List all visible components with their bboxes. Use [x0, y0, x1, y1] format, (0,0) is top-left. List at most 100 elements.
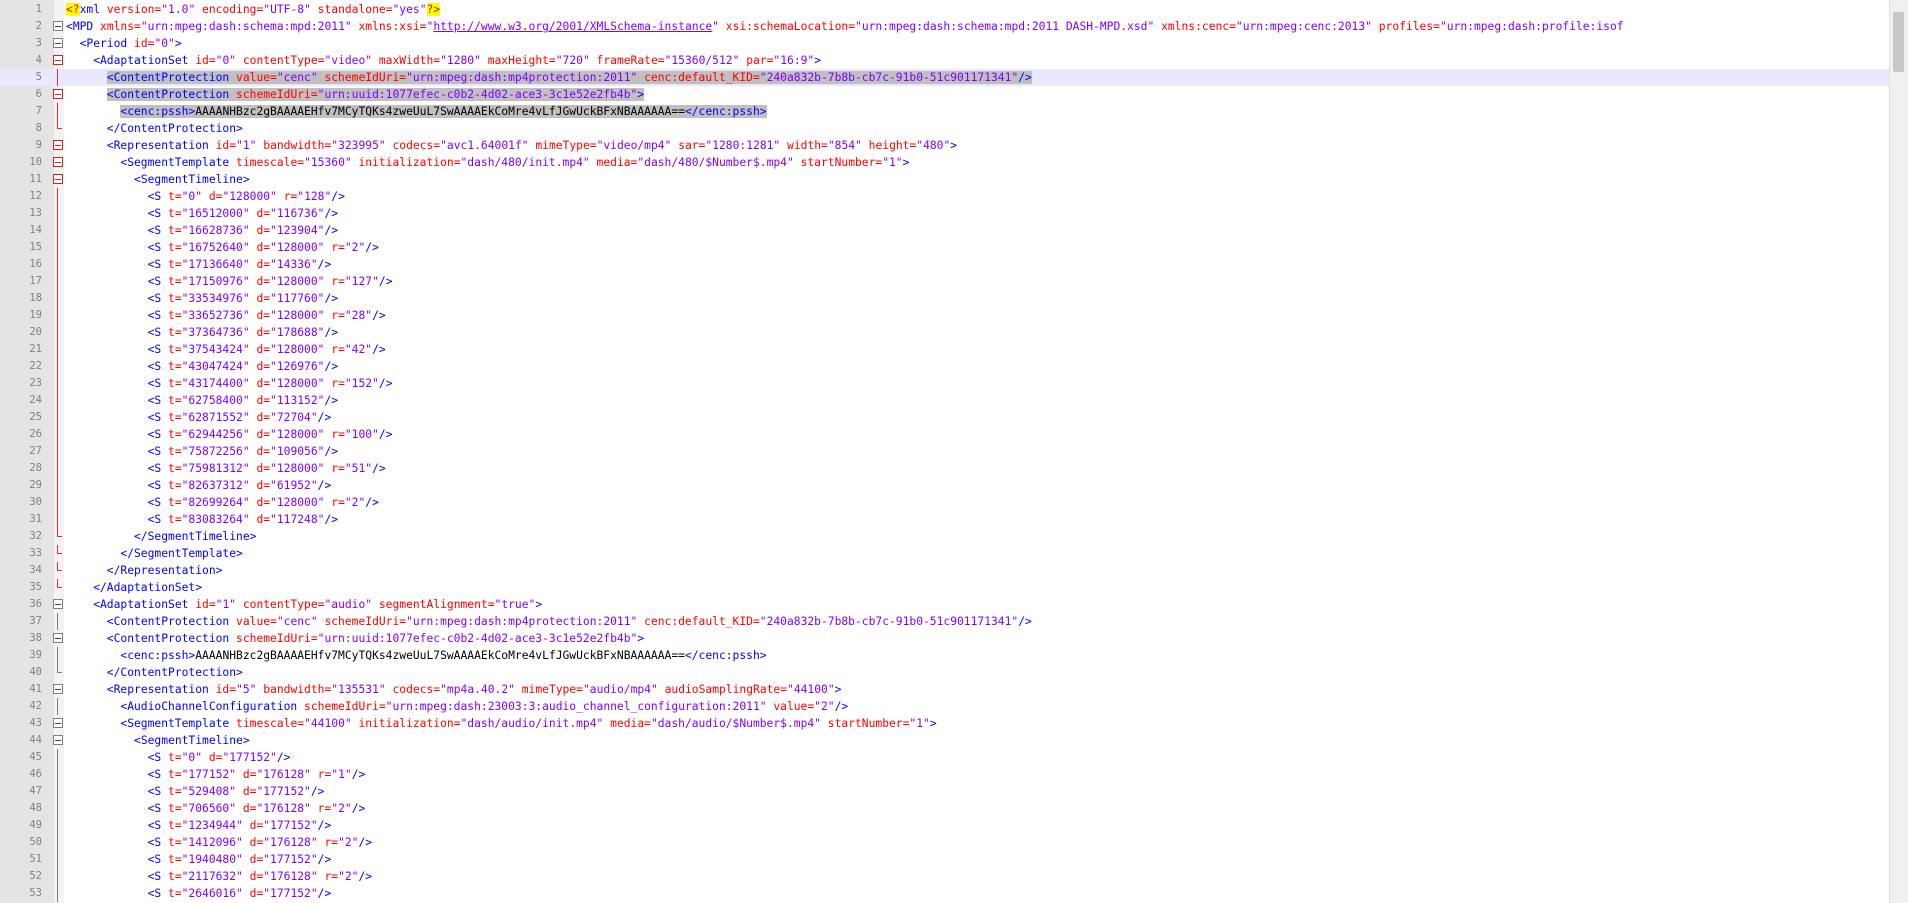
code-line[interactable]: 35 </AdaptationSet> [0, 579, 1890, 596]
code-text[interactable]: <ContentProtection value="cenc" schemeId… [66, 69, 1032, 86]
code-text[interactable]: <S t="17150976" d="128000" r="127"/> [66, 273, 393, 290]
code-line[interactable]: 47 <S t="529408" d="177152"/> [0, 783, 1890, 800]
code-line[interactable]: 11 <SegmentTimeline> [0, 171, 1890, 188]
fold-collapse-icon[interactable] [52, 18, 64, 35]
code-line[interactable]: 26 <S t="62944256" d="128000" r="100"/> [0, 426, 1890, 443]
code-line[interactable]: 36 <AdaptationSet id="1" contentType="aud… [0, 596, 1890, 613]
fold-collapse-icon[interactable] [52, 630, 64, 647]
code-line[interactable]: 14 <S t="16628736" d="123904"/> [0, 222, 1890, 239]
code-line[interactable]: 37 <ContentProtection value="cenc" scheme… [0, 613, 1890, 630]
code-text[interactable]: <S t="75981312" d="128000" r="51"/> [66, 460, 386, 477]
fold-collapse-icon[interactable] [52, 35, 64, 52]
fold-collapse-icon[interactable] [52, 154, 64, 171]
code-line[interactable]: 42 <AudioChannelConfiguration schemeIdUri… [0, 698, 1890, 715]
code-text[interactable]: <MPD xmlns="urn:mpeg:dash:schema:mpd:201… [66, 18, 1624, 35]
code-line[interactable]: 7 <cenc:pssh>AAAANHBzc2gBAAAAEHfv7MCyTQKs… [0, 103, 1890, 120]
code-text[interactable]: </SegmentTemplate> [66, 545, 242, 562]
code-line[interactable]: 16 <S t="17136640" d="14336"/> [0, 256, 1890, 273]
code-line[interactable]: 49 <S t="1234944" d="177152"/> [0, 817, 1890, 834]
vertical-scrollbar[interactable] [1889, 0, 1908, 903]
code-text[interactable]: <Representation id="1" bandwidth="323995… [66, 137, 957, 154]
code-text[interactable]: <S t="33534976" d="117760"/> [66, 290, 338, 307]
code-line[interactable]: 3 <Period id="0"> [0, 35, 1890, 52]
code-line[interactable]: 9 <Representation id="1" bandwidth="32399… [0, 137, 1890, 154]
code-line[interactable]: 38 <ContentProtection schemeIdUri="urn:uu… [0, 630, 1890, 647]
fold-collapse-icon[interactable] [52, 732, 64, 749]
code-line[interactable]: 5 <ContentProtection value="cenc" schemeI… [0, 69, 1890, 86]
code-line[interactable]: 44 <SegmentTimeline> [0, 732, 1890, 749]
fold-collapse-icon[interactable] [52, 52, 64, 69]
code-text[interactable]: <ContentProtection schemeIdUri="urn:uuid… [66, 630, 644, 647]
code-text[interactable]: <S t="75872256" d="109056"/> [66, 443, 338, 460]
code-text[interactable]: <S t="16752640" d="128000" r="2"/> [66, 239, 379, 256]
code-text[interactable]: <S t="1412096" d="176128" r="2"/> [66, 834, 373, 851]
code-text[interactable]: </ContentProtection> [66, 664, 243, 681]
fold-collapse-icon[interactable] [52, 86, 64, 103]
code-line[interactable]: 40 </ContentProtection> [0, 664, 1890, 681]
code-line[interactable]: 51 <S t="1940480" d="177152"/> [0, 851, 1890, 868]
code-line[interactable]: 46 <S t="177152" d="176128" r="1"/> [0, 766, 1890, 783]
code-text[interactable]: <S t="83083264" d="117248"/> [66, 511, 338, 528]
code-line[interactable]: 41 <Representation id="5" bandwidth="1355… [0, 681, 1890, 698]
fold-collapse-icon[interactable] [52, 715, 64, 732]
code-text[interactable]: <Representation id="5" bandwidth="135531… [66, 681, 842, 698]
code-line[interactable]: 13 <S t="16512000" d="116736"/> [0, 205, 1890, 222]
code-text[interactable]: <cenc:pssh>AAAANHBzc2gBAAAAEHfv7MCyTQKs4… [66, 103, 767, 120]
code-text[interactable]: <S t="2646016" d="177152"/> [66, 885, 332, 902]
code-line[interactable]: 10 <SegmentTemplate timescale="15360" ini… [0, 154, 1890, 171]
code-line[interactable]: 45 <S t="0" d="177152"/> [0, 749, 1890, 766]
fold-collapse-icon[interactable] [52, 137, 64, 154]
fold-collapse-icon[interactable] [52, 171, 64, 188]
code-text[interactable]: <S t="16628736" d="123904"/> [66, 222, 338, 239]
code-text[interactable]: </ContentProtection> [66, 120, 243, 137]
code-text[interactable]: <S t="16512000" d="116736"/> [66, 205, 338, 222]
code-text[interactable]: <S t="37364736" d="178688"/> [66, 324, 338, 341]
code-text[interactable]: <S t="62758400" d="113152"/> [66, 392, 338, 409]
code-line[interactable]: 23 <S t="43174400" d="128000" r="152"/> [0, 375, 1890, 392]
code-text[interactable]: <ContentProtection schemeIdUri="urn:uuid… [66, 86, 645, 103]
code-line[interactable]: 4 <AdaptationSet id="0" contentType="vide… [0, 52, 1890, 69]
code-text[interactable]: <cenc:pssh>AAAANHBzc2gBAAAAEHfv7MCyTQKs4… [66, 647, 766, 664]
code-line[interactable]: 17 <S t="17150976" d="128000" r="127"/> [0, 273, 1890, 290]
fold-collapse-icon[interactable] [52, 681, 64, 698]
code-text[interactable]: </Representation> [66, 562, 223, 579]
code-text[interactable]: <S t="529408" d="177152"/> [66, 783, 325, 800]
code-text[interactable]: <SegmentTimeline> [66, 171, 250, 188]
code-text[interactable]: <S t="0" d="177152"/> [66, 749, 291, 766]
code-line[interactable]: 21 <S t="37543424" d="128000" r="42"/> [0, 341, 1890, 358]
code-line[interactable]: 18 <S t="33534976" d="117760"/> [0, 290, 1890, 307]
code-line[interactable]: 1 <?xml version="1.0" encoding="UTF-8" st… [0, 1, 1890, 18]
code-text[interactable]: <S t="0" d="128000" r="128"/> [66, 188, 345, 205]
code-text[interactable]: <S t="706560" d="176128" r="2"/> [66, 800, 366, 817]
code-text[interactable]: <S t="1234944" d="177152"/> [66, 817, 332, 834]
code-text[interactable]: <AdaptationSet id="1" contentType="audio… [66, 596, 542, 613]
code-line[interactable]: 27 <S t="75872256" d="109056"/> [0, 443, 1890, 460]
code-line[interactable]: 39 <cenc:pssh>AAAANHBzc2gBAAAAEHfv7MCyTQK… [0, 647, 1890, 664]
code-line[interactable]: 30 <S t="82699264" d="128000" r="2"/> [0, 494, 1890, 511]
code-text[interactable]: <S t="62871552" d="72704"/> [66, 409, 332, 426]
code-line[interactable]: 53 <S t="2646016" d="177152"/> [0, 885, 1890, 902]
code-line[interactable]: 33 </SegmentTemplate> [0, 545, 1890, 562]
fold-collapse-icon[interactable] [52, 596, 64, 613]
code-lines[interactable]: 1 <?xml version="1.0" encoding="UTF-8" st… [0, 1, 1890, 902]
code-text[interactable]: </SegmentTimeline> [66, 528, 256, 545]
code-line[interactable]: 29 <S t="82637312" d="61952"/> [0, 477, 1890, 494]
code-text[interactable]: <SegmentTemplate timescale="15360" initi… [66, 154, 909, 171]
code-text[interactable]: <?xml version="1.0" encoding="UTF-8" sta… [66, 1, 441, 18]
xml-code-editor[interactable]: 1 <?xml version="1.0" encoding="UTF-8" st… [0, 0, 1908, 903]
code-text[interactable]: <S t="82699264" d="128000" r="2"/> [66, 494, 379, 511]
code-text[interactable]: <Period id="0"> [66, 35, 182, 52]
code-line[interactable]: 48 <S t="706560" d="176128" r="2"/> [0, 800, 1890, 817]
code-text[interactable]: <AdaptationSet id="0" contentType="video… [66, 52, 821, 69]
code-text[interactable]: <S t="43047424" d="126976"/> [66, 358, 338, 375]
code-line[interactable]: 34 </Representation> [0, 562, 1890, 579]
scrollbar-thumb[interactable] [1893, 12, 1904, 72]
code-line[interactable]: 25 <S t="62871552" d="72704"/> [0, 409, 1890, 426]
code-text[interactable]: <S t="37543424" d="128000" r="42"/> [66, 341, 386, 358]
code-text[interactable]: <S t="43174400" d="128000" r="152"/> [66, 375, 393, 392]
code-text[interactable]: </AdaptationSet> [66, 579, 202, 596]
code-line[interactable]: 8 </ContentProtection> [0, 120, 1890, 137]
code-line[interactable]: 31 <S t="83083264" d="117248"/> [0, 511, 1890, 528]
code-text[interactable]: <AudioChannelConfiguration schemeIdUri="… [66, 698, 848, 715]
code-text[interactable]: <S t="17136640" d="14336"/> [66, 256, 332, 273]
